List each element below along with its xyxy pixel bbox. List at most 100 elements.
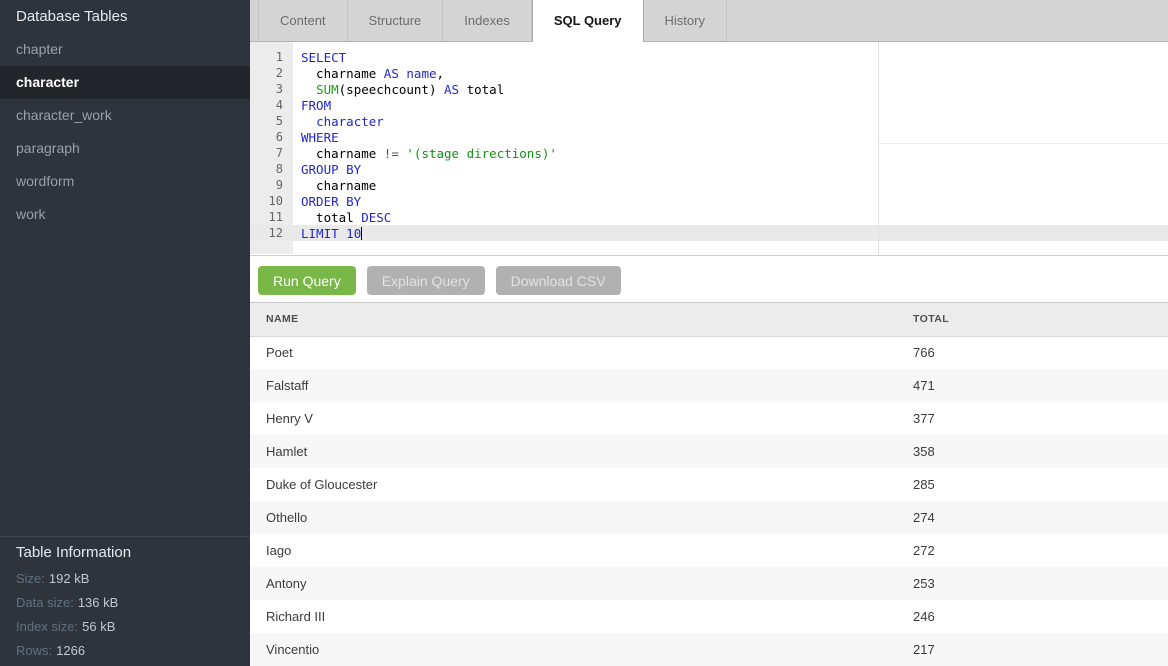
token-plain xyxy=(301,114,316,129)
sidebar-item-wordform[interactable]: wordform xyxy=(0,165,250,198)
line-code: charname xyxy=(293,178,376,193)
token-keyword: LIMIT xyxy=(301,226,339,241)
line-number: 12 xyxy=(250,226,293,240)
editor-line-5: 5 character xyxy=(250,113,1168,129)
table-info-value: 192 kB xyxy=(49,571,89,586)
editor-line-8: 8 GROUP BY xyxy=(250,161,1168,177)
result-cell-total: 285 xyxy=(913,468,1168,501)
line-code: SUM(speechcount) AS total xyxy=(293,82,504,97)
result-cell-name: Vincentio xyxy=(250,633,913,666)
line-number: 6 xyxy=(250,130,293,144)
line-code: SELECT xyxy=(293,50,346,65)
token-keyword: name xyxy=(406,66,436,81)
app: Database Tables chaptercharactercharacte… xyxy=(0,0,1168,666)
token-keyword: WHERE xyxy=(301,130,339,145)
line-number: 4 xyxy=(250,98,293,112)
line-code: FROM xyxy=(293,98,331,113)
results-header: NAME TOTAL xyxy=(250,303,1168,336)
editor-line-7: 7 charname != '(stage directions)' xyxy=(250,145,1168,161)
token-keyword: GROUP BY xyxy=(301,162,361,177)
line-number: 10 xyxy=(250,194,293,208)
download-csv-button[interactable]: Download CSV xyxy=(496,266,621,295)
token-keyword: SELECT xyxy=(301,50,346,65)
line-number: 5 xyxy=(250,114,293,128)
line-code: total DESC xyxy=(293,210,391,225)
table-info-label: Size: xyxy=(16,571,45,586)
result-row: Richard III246 xyxy=(250,600,1168,633)
tab-structure[interactable]: Structure xyxy=(348,0,444,41)
token-plain: total xyxy=(301,210,361,225)
table-info-row: Index size: 56 kB xyxy=(16,615,234,639)
sidebar-item-work[interactable]: work xyxy=(0,198,250,231)
result-cell-name: Duke of Gloucester xyxy=(250,468,913,501)
line-code: charname != '(stage directions)' xyxy=(293,146,557,161)
editor-line-11: 11 total DESC xyxy=(250,209,1168,225)
line-number: 2 xyxy=(250,66,293,80)
result-row: Antony253 xyxy=(250,567,1168,600)
token-plain: total xyxy=(459,82,504,97)
result-cell-name: Richard III xyxy=(250,600,913,633)
editor-line-9: 9 charname xyxy=(250,177,1168,193)
token-plain xyxy=(301,82,316,97)
result-row: Hamlet358 xyxy=(250,435,1168,468)
run-query-button[interactable]: Run Query xyxy=(258,266,356,295)
sidebar-item-character_work[interactable]: character_work xyxy=(0,99,250,132)
table-info-row: Data size:136 kB xyxy=(16,591,234,615)
sidebar-item-character[interactable]: character xyxy=(0,66,250,99)
result-row: Henry V377 xyxy=(250,402,1168,435)
line-number: 9 xyxy=(250,178,293,192)
result-row: Duke of Gloucester285 xyxy=(250,468,1168,501)
line-code: ORDER BY xyxy=(293,194,361,209)
token-plain: (speechcount) xyxy=(339,82,444,97)
result-row: Iago272 xyxy=(250,534,1168,567)
result-row: Othello274 xyxy=(250,501,1168,534)
result-row: Vincentio217 xyxy=(250,633,1168,666)
result-cell-total: 358 xyxy=(913,435,1168,468)
table-info-value: 1266 xyxy=(56,643,85,658)
result-cell-total: 274 xyxy=(913,501,1168,534)
editor-line-2: 2 charname AS name, xyxy=(250,65,1168,81)
sidebar-item-chapter[interactable]: chapter xyxy=(0,33,250,66)
token-keyword: FROM xyxy=(301,98,331,113)
line-code: charname AS name, xyxy=(293,66,444,81)
table-info-label: Rows: xyxy=(16,643,52,658)
result-cell-total: 377 xyxy=(913,402,1168,435)
token-plain: charname xyxy=(301,178,376,193)
tab-content[interactable]: Content xyxy=(258,0,348,41)
table-info-panel: Table Information Size: 192 kB Data size:1… xyxy=(0,536,250,666)
tab-indexes[interactable]: Indexes xyxy=(443,0,532,41)
sidebar: Database Tables chaptercharactercharacte… xyxy=(0,0,250,666)
tab-sql-query[interactable]: SQL Query xyxy=(532,0,644,42)
explain-query-button[interactable]: Explain Query xyxy=(367,266,485,295)
result-cell-total: 272 xyxy=(913,534,1168,567)
tab-history[interactable]: History xyxy=(644,0,727,41)
table-list: chaptercharactercharacter_workparagraphw… xyxy=(0,33,250,231)
result-cell-name: Falstaff xyxy=(250,369,913,402)
result-cell-total: 217 xyxy=(913,633,1168,666)
sql-editor[interactable]: 1SELECT2 charname AS name,3 SUM(speechco… xyxy=(250,42,1168,256)
editor-vertical-divider xyxy=(878,42,879,255)
editor-line-1: 1SELECT xyxy=(250,49,1168,65)
editor-line-4: 4 FROM xyxy=(250,97,1168,113)
column-header-name: NAME xyxy=(250,303,913,336)
table-info-label: Index size: xyxy=(16,619,78,634)
line-number: 11 xyxy=(250,210,293,224)
token-string: '(stage directions)' xyxy=(406,146,557,161)
result-cell-total: 246 xyxy=(913,600,1168,633)
table-info-value: 56 kB xyxy=(82,619,115,634)
token-keyword: AS xyxy=(384,66,399,81)
result-cell-total: 253 xyxy=(913,567,1168,600)
token-keyword: DESC xyxy=(361,210,391,225)
result-cell-name: Henry V xyxy=(250,402,913,435)
token-operator: != xyxy=(384,146,399,161)
table-info-title: Table Information xyxy=(16,543,234,563)
editor-line-10: 10 ORDER BY xyxy=(250,193,1168,209)
token-plain: charname xyxy=(301,66,384,81)
result-cell-name: Antony xyxy=(250,567,913,600)
sidebar-item-paragraph[interactable]: paragraph xyxy=(0,132,250,165)
line-number: 8 xyxy=(250,162,293,176)
line-code: GROUP BY xyxy=(293,162,361,177)
token-keyword: ORDER BY xyxy=(301,194,361,209)
result-cell-name: Iago xyxy=(250,534,913,567)
editor-line-3: 3 SUM(speechcount) AS total xyxy=(250,81,1168,97)
